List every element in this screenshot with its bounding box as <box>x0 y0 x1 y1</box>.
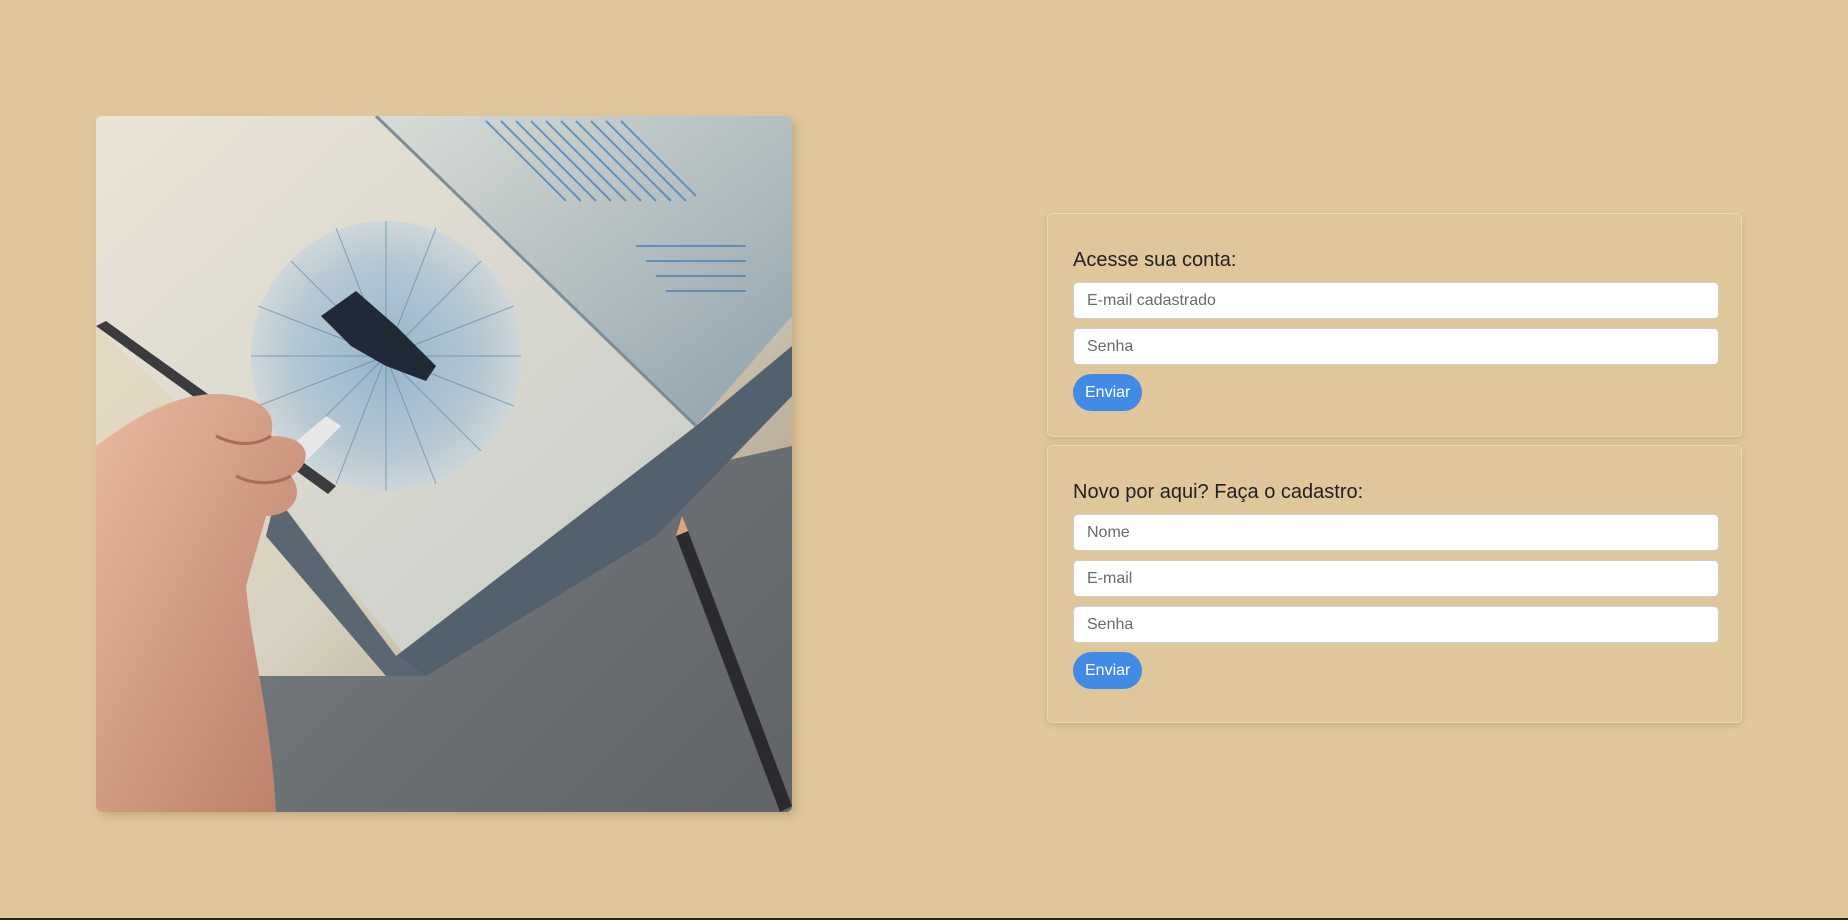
page: Acesse sua conta: Enviar Novo por aqui? … <box>0 0 1848 920</box>
signup-card: Novo por aqui? Faça o cadastro: Enviar <box>1047 445 1742 723</box>
login-submit-button[interactable]: Enviar <box>1073 374 1143 411</box>
illustration-image <box>96 116 792 812</box>
signup-name-input[interactable] <box>1073 514 1719 551</box>
notebook-illustration <box>96 116 792 812</box>
signup-submit-button[interactable]: Enviar <box>1073 652 1143 689</box>
signup-title: Novo por aqui? Faça o cadastro: <box>1073 481 1364 503</box>
login-card: Acesse sua conta: Enviar <box>1047 213 1742 437</box>
signup-password-input[interactable] <box>1073 606 1719 643</box>
login-email-input[interactable] <box>1073 282 1719 319</box>
login-title: Acesse sua conta: <box>1073 249 1237 271</box>
login-password-input[interactable] <box>1073 328 1719 365</box>
signup-email-input[interactable] <box>1073 560 1719 597</box>
